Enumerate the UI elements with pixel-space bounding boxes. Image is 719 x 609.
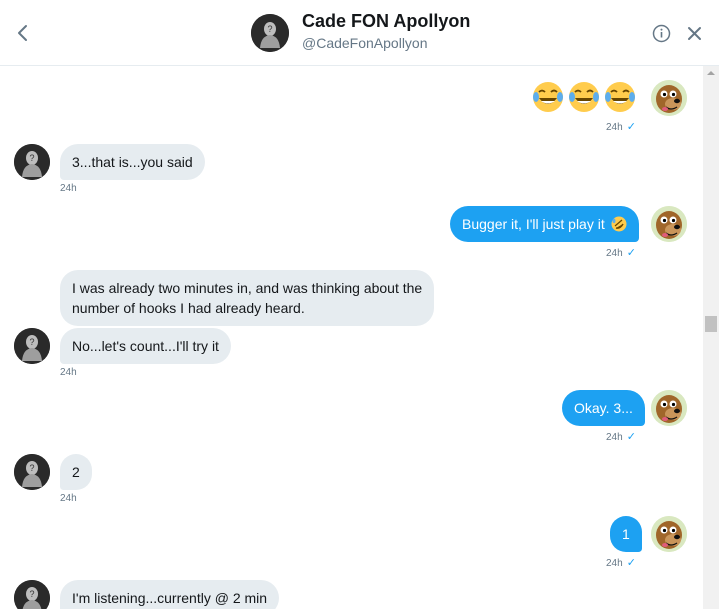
scrollbar[interactable] bbox=[703, 66, 719, 609]
read-check-icon: ✓ bbox=[626, 557, 636, 569]
svg-text:?: ? bbox=[29, 337, 34, 347]
tears-of-joy-emoji-icon bbox=[605, 82, 635, 112]
my-avatar[interactable] bbox=[651, 206, 687, 242]
message-timestamp: 24h bbox=[60, 183, 77, 194]
read-check-icon: ✓ bbox=[626, 431, 636, 443]
message-bubble[interactable]: No...let's count...I'll try it bbox=[60, 328, 231, 364]
scroll-up-arrow[interactable] bbox=[707, 71, 715, 75]
back-icon[interactable] bbox=[10, 20, 36, 46]
message-bubble[interactable]: Okay. 3... bbox=[562, 390, 645, 426]
contact-name[interactable]: Cade FON Apollyon bbox=[302, 11, 470, 32]
info-icon[interactable] bbox=[652, 24, 671, 43]
close-icon[interactable] bbox=[686, 25, 703, 42]
message-bubble[interactable]: I was already two minutes in, and was th… bbox=[60, 270, 435, 326]
read-check-icon: ✓ bbox=[626, 247, 636, 259]
emoji-message bbox=[531, 80, 637, 114]
message-timestamp: 24h bbox=[60, 493, 77, 504]
svg-text:?: ? bbox=[29, 153, 34, 163]
read-check-icon: ✓ bbox=[626, 121, 636, 133]
rofl-emoji-icon bbox=[611, 216, 627, 232]
message-bubble[interactable]: 1 bbox=[610, 516, 642, 552]
svg-text:?: ? bbox=[29, 463, 34, 473]
message-bubble[interactable]: I'm listening...currently @ 2 min bbox=[60, 580, 280, 609]
contact-avatar[interactable]: ? bbox=[14, 328, 50, 364]
scroll-thumb[interactable] bbox=[705, 316, 717, 332]
message-timestamp: 24h ✓ bbox=[606, 557, 636, 569]
tears-of-joy-emoji-icon bbox=[533, 82, 563, 112]
contact-handle[interactable]: @CadeFonApollyon bbox=[302, 35, 428, 51]
message-bubble[interactable]: 3...that is...you said bbox=[60, 144, 205, 180]
conversation-header: ? Cade FON Apollyon @CadeFonApollyon bbox=[0, 0, 719, 66]
message-timestamp: 24h ✓ bbox=[606, 247, 636, 259]
my-avatar[interactable] bbox=[651, 80, 687, 116]
contact-avatar[interactable]: ? bbox=[251, 14, 289, 52]
contact-avatar[interactable]: ? bbox=[14, 144, 50, 180]
contact-avatar[interactable]: ? bbox=[14, 454, 50, 490]
message-bubble[interactable]: 2 bbox=[60, 454, 92, 490]
message-text-line: I was already two minutes in, and was th… bbox=[72, 280, 423, 296]
svg-text:?: ? bbox=[267, 24, 272, 34]
message-timestamp: 24h ✓ bbox=[606, 121, 636, 133]
my-avatar[interactable] bbox=[651, 390, 687, 426]
my-avatar[interactable] bbox=[651, 516, 687, 552]
svg-text:?: ? bbox=[29, 589, 34, 599]
message-timestamp: 24h bbox=[60, 367, 77, 378]
message-timestamp: 24h ✓ bbox=[606, 431, 636, 443]
message-text-line: number of hooks I had already heard. bbox=[72, 300, 305, 316]
message-text: Bugger it, I'll just play it bbox=[462, 216, 605, 232]
contact-avatar[interactable]: ? bbox=[14, 580, 50, 609]
tears-of-joy-emoji-icon bbox=[569, 82, 599, 112]
message-bubble[interactable]: Bugger it, I'll just play it bbox=[450, 206, 639, 242]
